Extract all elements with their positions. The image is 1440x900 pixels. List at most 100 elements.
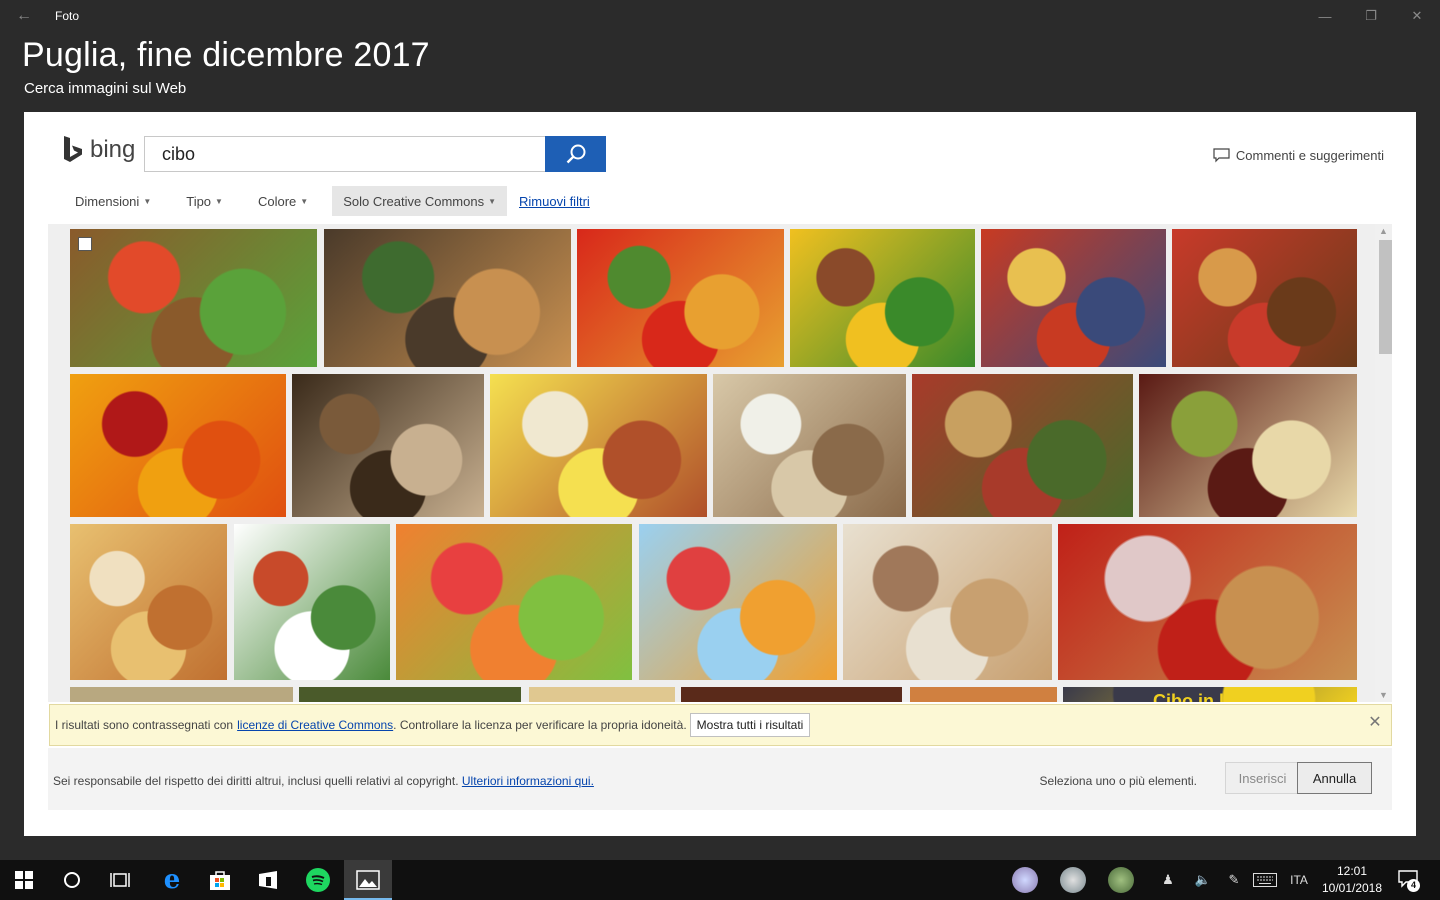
image-result-tile[interactable]: [70, 374, 286, 517]
search-input[interactable]: [145, 137, 545, 171]
more-info-link[interactable]: Ulteriori informazioni qui.: [462, 774, 594, 788]
filter-label: Tipo: [186, 193, 212, 209]
filter-dimensioni[interactable]: Dimensioni ▼: [51, 186, 162, 216]
notification-count-badge: 4: [1407, 879, 1420, 892]
minimize-icon[interactable]: —: [1302, 0, 1348, 32]
filter-creative-commons[interactable]: Solo Creative Commons ▼: [332, 186, 507, 216]
image-result-tile[interactable]: [299, 687, 521, 702]
image-result-tile[interactable]: [639, 524, 837, 680]
action-center-icon[interactable]: 4: [1396, 868, 1422, 892]
image-result-tile[interactable]: [70, 229, 317, 367]
caret-down-icon: ▼: [300, 196, 309, 206]
image-result-tile[interactable]: [713, 374, 906, 517]
caret-down-icon: ▼: [488, 196, 496, 206]
page-subtitle: Cerca immagini sul Web: [24, 80, 187, 97]
web-image-search-dialog: bing Commenti e suggerimenti Dimensioni …: [24, 112, 1416, 836]
store-icon[interactable]: [196, 860, 244, 900]
image-result-tile[interactable]: [912, 374, 1133, 517]
back-arrow-icon[interactable]: ←: [12, 6, 36, 26]
file-explorer-icon[interactable]: [244, 860, 292, 900]
avatar[interactable]: [1012, 867, 1038, 893]
image-result-tile[interactable]: [910, 687, 1057, 702]
filter-bar: Dimensioni ▼ Tipo ▼ Colore ▼ Solo Creati…: [51, 186, 590, 216]
image-result-tile[interactable]: [843, 524, 1052, 680]
insert-button[interactable]: Inserisci: [1225, 762, 1300, 794]
volume-icon[interactable]: 🔈: [1192, 870, 1214, 890]
close-icon[interactable]: ✕: [1368, 715, 1382, 731]
feedback-link[interactable]: Commenti e suggerimenti: [1213, 148, 1384, 163]
avatar[interactable]: [1108, 867, 1134, 893]
image-result-tile[interactable]: [234, 524, 390, 680]
photos-icon[interactable]: [344, 860, 392, 900]
image-result-tile[interactable]: [1139, 374, 1357, 517]
scroll-down-icon[interactable]: ▼: [1375, 688, 1392, 702]
image-result-tile[interactable]: [292, 374, 484, 517]
notice-text-before: I risultati sono contrassegnati con: [55, 718, 234, 732]
clock-date: 10/01/2018: [1321, 881, 1383, 895]
spotify-icon[interactable]: [294, 860, 342, 900]
cortana-icon[interactable]: [48, 860, 96, 900]
image-caption: Cibo in lattina: [1153, 691, 1272, 702]
clock-time: 12:01: [1336, 864, 1368, 878]
filter-colore[interactable]: Colore ▼: [234, 186, 319, 216]
cancel-button[interactable]: Annulla: [1297, 762, 1372, 794]
image-result-tile[interactable]: [790, 229, 975, 367]
image-result-tile[interactable]: [490, 374, 707, 517]
comment-icon: [1213, 148, 1230, 163]
language-indicator[interactable]: ITA: [1286, 870, 1312, 890]
bing-brand-text: bing: [90, 136, 136, 163]
search-box: [144, 136, 546, 172]
feedback-label: Commenti e suggerimenti: [1235, 148, 1384, 163]
scroll-thumb[interactable]: [1379, 240, 1392, 354]
show-all-results-button[interactable]: Mostra tutti i risultati: [689, 713, 811, 737]
title-bar: ← Foto — ❐ ✕: [0, 0, 1440, 32]
image-result-tile[interactable]: [1058, 524, 1357, 680]
app-title: Foto: [55, 9, 80, 23]
search-icon: [566, 144, 585, 164]
caret-down-icon: ▼: [143, 196, 152, 206]
creative-commons-license-link[interactable]: licenze di Creative Commons: [237, 718, 393, 732]
dialog-footer: Sei responsabile del rispetto dei diritt…: [48, 748, 1392, 810]
select-checkbox[interactable]: [78, 237, 92, 251]
rights-disclaimer: Sei responsabile del rispetto dei diritt…: [53, 774, 594, 788]
creative-commons-notice: I risultati sono contrassegnati con lice…: [49, 704, 1392, 746]
caret-down-icon: ▼: [215, 196, 223, 206]
image-result-tile[interactable]: [1172, 229, 1357, 367]
close-icon[interactable]: ✕: [1394, 0, 1440, 32]
taskbar: e ♟ 🔈 ✎ ITA 12:01 10/01/2018 4: [0, 860, 1440, 900]
album-title: Puglia, fine dicembre 2017: [22, 36, 430, 74]
search-button[interactable]: [545, 136, 606, 172]
filter-label: Solo Creative Commons: [343, 193, 485, 209]
bing-logo-icon: [64, 136, 82, 162]
image-result-tile[interactable]: [396, 524, 632, 680]
filter-label: Colore: [257, 193, 297, 209]
image-results-grid: Cibo in lattina ▲ ▼: [48, 224, 1392, 702]
clock[interactable]: 12:01 10/01/2018: [1316, 863, 1388, 897]
image-result-tile[interactable]: [577, 229, 784, 367]
scroll-up-icon[interactable]: ▲: [1375, 224, 1392, 238]
selection-hint: Seleziona uno o più elementi.: [1039, 774, 1197, 788]
edge-icon[interactable]: e: [148, 860, 196, 900]
avatar[interactable]: [1060, 867, 1086, 893]
bing-logo: bing: [62, 134, 135, 166]
keyboard-icon[interactable]: [1252, 870, 1278, 890]
filter-label: Dimensioni: [75, 193, 140, 209]
remove-filters-link[interactable]: Rimuovi filtri: [508, 194, 590, 209]
filter-tipo[interactable]: Tipo ▼: [162, 186, 234, 216]
pen-icon[interactable]: ✎: [1224, 870, 1244, 890]
image-result-tile[interactable]: [324, 229, 571, 367]
image-result-tile[interactable]: Cibo in lattina: [1063, 687, 1357, 702]
image-result-tile[interactable]: [981, 229, 1166, 367]
windows-start-icon[interactable]: [0, 860, 48, 900]
task-view-icon[interactable]: [96, 860, 144, 900]
restore-icon[interactable]: ❐: [1348, 0, 1394, 32]
window-controls: — ❐ ✕: [1302, 0, 1440, 32]
image-result-tile[interactable]: [529, 687, 675, 702]
image-result-tile[interactable]: [681, 687, 902, 702]
image-result-tile[interactable]: [70, 524, 227, 680]
rights-text: Sei responsabile del rispetto dei diritt…: [53, 774, 459, 788]
notice-text-after: . Controllare la licenza per verificare …: [393, 718, 687, 732]
image-result-tile[interactable]: [70, 687, 293, 702]
people-icon[interactable]: ♟: [1158, 870, 1178, 890]
gallery-scrollbar[interactable]: ▲ ▼: [1375, 224, 1392, 702]
